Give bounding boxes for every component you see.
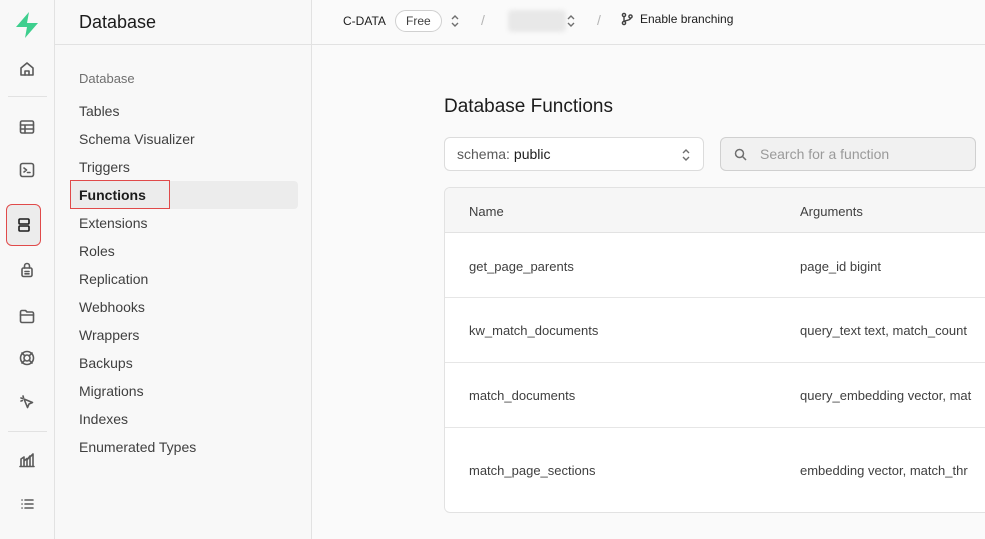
function-arguments: page_id bigint: [800, 259, 881, 274]
column-header-name: Name: [469, 204, 504, 219]
menu-item-label: Schema Visualizer: [79, 131, 195, 147]
search-icon: [734, 148, 747, 161]
enable-branching-button[interactable]: Enable branching: [620, 12, 733, 26]
breadcrumb-separator: /: [481, 12, 485, 28]
menu-item-backups[interactable]: Backups: [70, 349, 298, 377]
menu-item-functions[interactable]: Functions: [70, 180, 298, 209]
storage-icon[interactable]: [8, 298, 46, 334]
function-arguments: query_embedding vector, mat: [800, 388, 972, 403]
chevron-up-down-icon: [681, 148, 691, 162]
menu-item-triggers[interactable]: Triggers: [70, 153, 298, 181]
menu-item-migrations[interactable]: Migrations: [70, 377, 298, 405]
enable-branching-label: Enable branching: [640, 12, 734, 26]
menu-item-replication[interactable]: Replication: [70, 265, 298, 293]
menu-item-wrappers[interactable]: Wrappers: [70, 321, 298, 349]
top-bar: C-DATA Free / / Enable branching: [312, 0, 985, 45]
reports-icon[interactable]: [8, 442, 46, 478]
function-name: match_page_sections: [469, 463, 596, 478]
menu-item-roles[interactable]: Roles: [70, 237, 298, 265]
table-row[interactable]: kw_match_documents query_text text, matc…: [445, 298, 985, 363]
menu-item-label: Replication: [79, 271, 149, 287]
function-name: get_page_parents: [469, 259, 574, 274]
table-row[interactable]: get_page_parents page_id bigint: [445, 233, 985, 298]
logs-icon[interactable]: [8, 486, 46, 522]
icon-rail: [0, 0, 55, 539]
table-row[interactable]: match_page_sections embedding vector, ma…: [445, 428, 985, 512]
database-menu: Database Database Tables Schema Visualiz…: [55, 0, 312, 539]
rail-divider: [8, 96, 47, 97]
schema-label: schema:: [457, 146, 510, 162]
function-name: kw_match_documents: [469, 323, 599, 338]
menu-item-extensions[interactable]: Extensions: [70, 209, 298, 237]
table-editor-icon[interactable]: [8, 109, 46, 145]
menu-item-label: Roles: [79, 243, 115, 259]
menu-item-tables[interactable]: Tables: [70, 97, 298, 125]
menu-item-enumerated-types[interactable]: Enumerated Types: [70, 433, 298, 461]
menu-item-webhooks[interactable]: Webhooks: [70, 293, 298, 321]
chevron-up-down-icon[interactable]: [450, 14, 460, 28]
menu-item-label: Enumerated Types: [79, 439, 197, 455]
project-name-blurred[interactable]: [508, 10, 566, 32]
function-arguments: embedding vector, match_thr: [800, 463, 968, 478]
column-header-arguments: Arguments: [800, 204, 863, 219]
menu-item-label: Wrappers: [79, 327, 140, 343]
functions-table: Name Arguments get_page_parents page_id …: [444, 187, 985, 513]
menu-item-label: Triggers: [79, 159, 130, 175]
function-search[interactable]: [720, 137, 976, 171]
table-row[interactable]: match_documents query_embedding vector, …: [445, 363, 985, 428]
menu-item-schema-visualizer[interactable]: Schema Visualizer: [70, 125, 298, 153]
highlight-box: [70, 180, 170, 209]
menu-item-label: Extensions: [79, 215, 148, 231]
auth-icon[interactable]: [8, 252, 46, 288]
org-name[interactable]: C-DATA: [343, 14, 386, 28]
menu-item-label: Tables: [79, 103, 120, 119]
rail-divider: [8, 431, 47, 432]
menu-item-indexes[interactable]: Indexes: [70, 405, 298, 433]
menu-item-label: Webhooks: [79, 299, 145, 315]
chevron-up-down-icon[interactable]: [566, 14, 576, 28]
table-header: Name Arguments: [445, 188, 985, 233]
function-name: match_documents: [469, 388, 576, 403]
realtime-icon[interactable]: [8, 384, 46, 420]
sql-editor-icon[interactable]: [8, 152, 46, 188]
edge-functions-icon[interactable]: [8, 340, 46, 376]
menu-item-label: Backups: [79, 355, 133, 371]
breadcrumb-separator: /: [597, 12, 601, 28]
function-arguments: query_text text, match_count: [800, 323, 967, 338]
search-input[interactable]: [760, 145, 960, 163]
menu-group-title: Database: [79, 71, 135, 86]
schema-value: public: [513, 146, 551, 162]
logo-icon[interactable]: [14, 11, 40, 39]
menu-title: Database: [55, 0, 311, 45]
git-branch-icon: [621, 12, 633, 26]
main-content: Database Functions schema: public Name A…: [312, 45, 985, 539]
database-icon[interactable]: [6, 204, 41, 246]
page-title: Database Functions: [444, 96, 613, 117]
plan-badge: Free: [395, 10, 442, 32]
menu-item-label: Migrations: [79, 383, 144, 399]
schema-select[interactable]: schema: public: [444, 137, 704, 171]
home-icon[interactable]: [8, 51, 46, 87]
menu-item-label: Indexes: [79, 411, 129, 427]
